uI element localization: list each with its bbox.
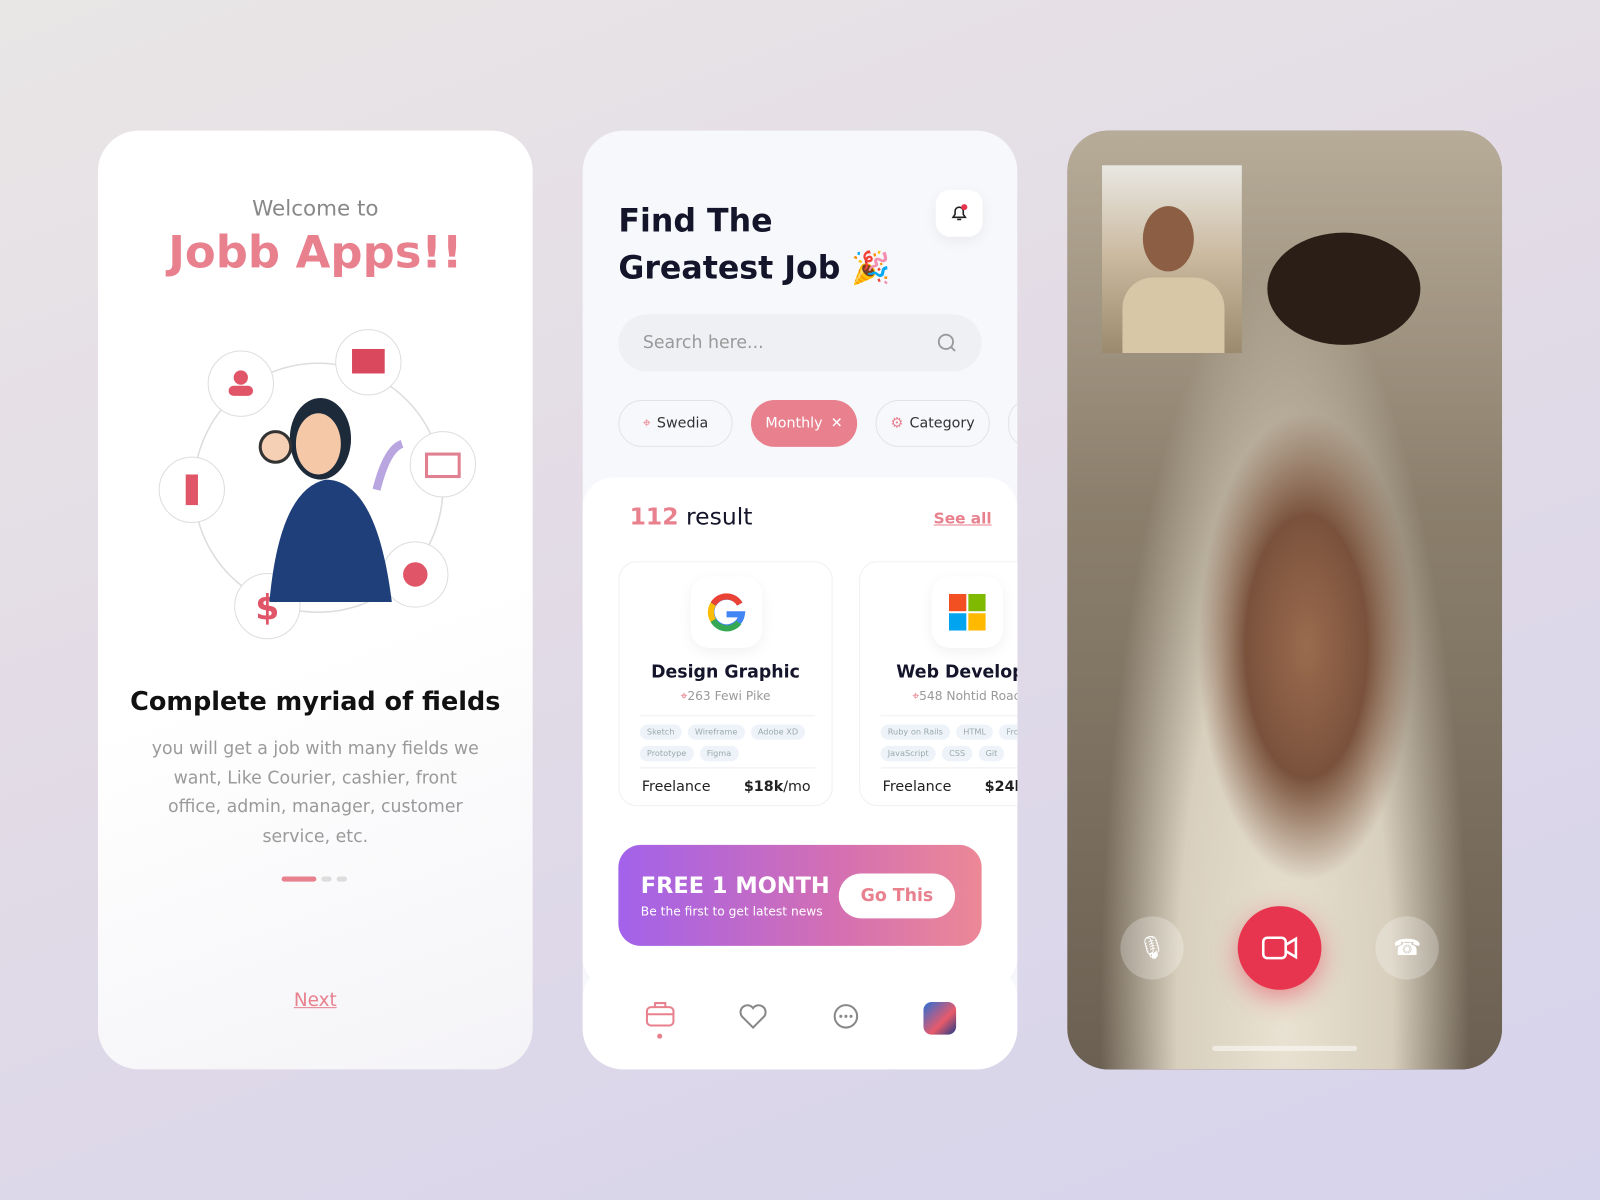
onboarding-description: you will get a job with many fields we w… (151, 738, 479, 847)
search-icon (937, 333, 956, 352)
chess-icon (158, 456, 225, 523)
video-camera-icon (1261, 936, 1298, 960)
skill-tags: Sketch Wireframe Adobe XD Prototype Figma (639, 715, 816, 769)
promo-title: FREE 1 MONTH (640, 873, 830, 899)
category-icon: ⚙ (890, 415, 904, 432)
job-card[interactable]: Design Graphic ⌖263 Fewi Pike Sketch Wire… (618, 561, 833, 807)
self-view[interactable] (1102, 165, 1242, 354)
onboarding-screen: Welcome to Jobb Apps!! $ Complete myriad… (97, 130, 533, 1070)
job-salary: $18k/mo (744, 779, 811, 795)
page-title: Find The Greatest Job 🎉 (618, 198, 890, 292)
store-icon (335, 329, 402, 396)
result-count: 112 result (630, 504, 753, 531)
bottom-nav (582, 967, 1018, 1070)
filter-chip-monthly[interactable]: Monthly ✕ (751, 399, 858, 447)
filter-chip-location[interactable]: ⌖ Swedia (618, 399, 733, 447)
app-name: Jobb Apps!! (168, 226, 463, 279)
skill-tag: Wireframe (687, 724, 745, 740)
onboarding-heading: Complete myriad of fields (130, 686, 501, 717)
promo-banner: FREE 1 MONTH Be the first to get latest … (618, 844, 982, 946)
job-title: Design Graphic (651, 662, 800, 683)
go-this-button[interactable]: Go This (838, 873, 956, 919)
skill-tag: Git (978, 745, 1005, 762)
video-call-screen: 🎙 ☎ (1067, 130, 1503, 1070)
job-title: Web Develope (896, 662, 1017, 683)
microsoft-logo (948, 593, 986, 631)
filter-chip-category[interactable]: ⚙ Category (875, 399, 990, 447)
home-indicator (1212, 1045, 1358, 1052)
result-number: 112 (629, 504, 679, 531)
job-type: Freelance (882, 778, 952, 795)
skill-tag: JavaScript (880, 745, 936, 762)
job-address: ⌖263 Fewi Pike (619, 689, 831, 704)
skill-tag: Figma (699, 745, 739, 762)
job-card[interactable]: Web Develope ⌖548 Nohtid Roac Ruby on Ra… (859, 561, 1018, 807)
next-link[interactable]: Next (294, 990, 337, 1011)
illustration: $ (157, 327, 484, 643)
job-search-screen: Find The Greatest Job 🎉 Search here... ⌖… (582, 130, 1018, 1070)
location-pin-icon: ⌖ (680, 688, 688, 704)
welcome-text: Welcome to (252, 195, 379, 221)
search-placeholder: Search here... (642, 332, 764, 354)
skill-tag: Fro (999, 724, 1018, 740)
job-salary: $24k (985, 779, 1018, 795)
google-logo (707, 593, 746, 632)
skill-tag: Adobe XD (750, 724, 806, 740)
mute-button[interactable]: 🎙 (1120, 916, 1184, 980)
job-type: Freelance (641, 778, 711, 795)
salary-amount: $18k (743, 778, 784, 795)
address-text: 548 Nohtid Roac (919, 688, 1018, 704)
skill-tag: CSS (941, 745, 973, 762)
chip-label: Category (909, 415, 975, 432)
location-pin-icon: ⌖ (642, 415, 651, 432)
search-input[interactable]: Search here... (618, 314, 982, 372)
remote-hair (1267, 232, 1421, 345)
location-pin-icon: ⌖ (912, 688, 920, 704)
avatar[interactable] (922, 1002, 956, 1035)
skill-tag: HTML (956, 724, 994, 740)
nav-messages[interactable] (830, 1002, 861, 1035)
nav-favorites[interactable] (737, 1002, 768, 1035)
hang-up-button[interactable]: ☎ (1375, 916, 1439, 980)
salary-period: /mo (783, 778, 811, 795)
skill-tags: Ruby on Rails HTML Fro JavaScript CSS Git (880, 715, 1018, 769)
skill-tag: Ruby on Rails (880, 724, 951, 740)
microphone-icon: 🎙 (1137, 935, 1167, 961)
team-icon (207, 350, 274, 417)
skill-tag: Prototype (639, 745, 694, 762)
title-line-1: Find The (618, 203, 773, 240)
see-all-link[interactable]: See all (934, 509, 992, 527)
chip-label: Monthly (765, 415, 823, 432)
heart-icon (738, 1004, 767, 1029)
hang-up-icon: ☎ (1393, 935, 1422, 961)
notification-button[interactable] (935, 189, 983, 237)
filter-chips: ⌖ Swedia Monthly ✕ ⚙ Category (618, 399, 1018, 447)
salary-amount: $24k (984, 778, 1018, 795)
title-line-2: Greatest Job 🎉 (618, 249, 891, 287)
chat-icon (833, 1004, 858, 1029)
briefcase-icon (645, 1001, 674, 1027)
filter-chip-more[interactable] (1008, 399, 1018, 447)
nav-jobs[interactable] (644, 998, 675, 1039)
result-label: result (686, 504, 753, 531)
chip-label: Swedia (656, 415, 709, 432)
company-logo (931, 576, 1004, 648)
bell-icon (951, 204, 968, 221)
job-address: ⌖548 Nohtid Roac (860, 689, 1017, 704)
video-toggle-button[interactable] (1237, 906, 1322, 990)
promo-subtitle: Be the first to get latest news (640, 904, 823, 919)
address-text: 263 Fewi Pike (687, 688, 771, 704)
skill-tag: Sketch (639, 724, 682, 740)
gear-icon (382, 541, 449, 608)
shop-icon (409, 431, 477, 498)
close-icon[interactable]: ✕ (831, 415, 843, 431)
company-logo (690, 576, 763, 648)
page-indicator (281, 876, 347, 882)
